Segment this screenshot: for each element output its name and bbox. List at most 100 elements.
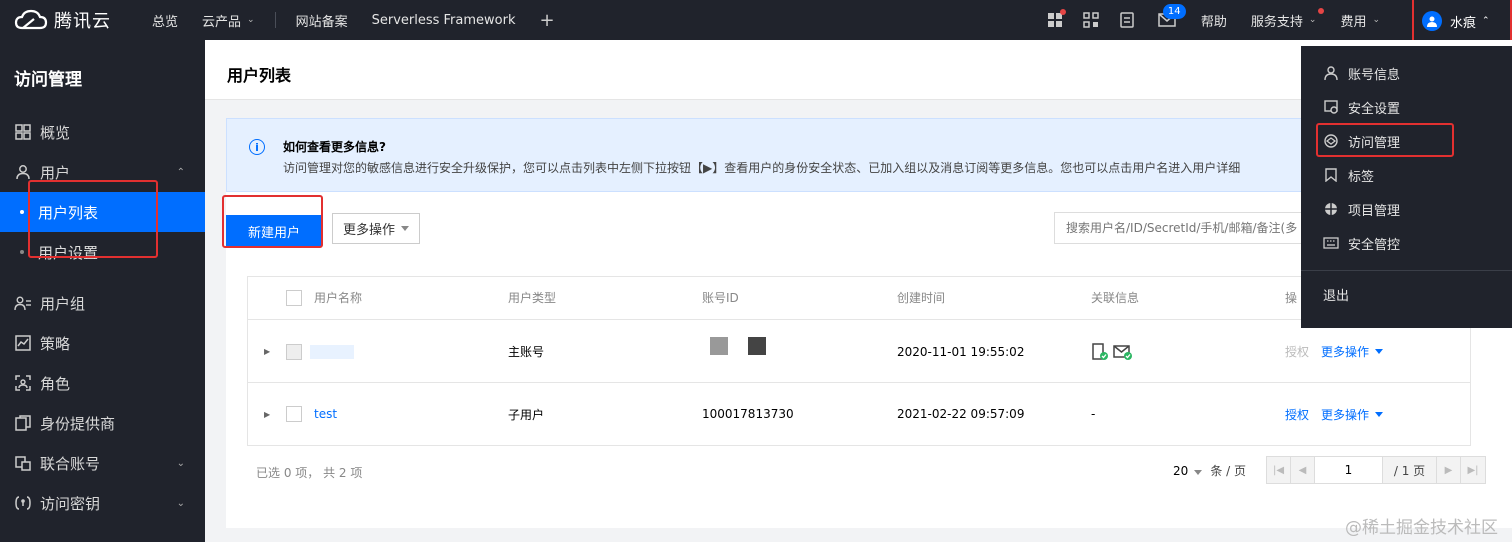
sidebar-item-groups[interactable]: 用户组 xyxy=(0,283,205,323)
menu-item-security-settings[interactable]: 安全设置 xyxy=(1301,90,1512,124)
select-all-cell xyxy=(286,277,302,319)
search-input[interactable] xyxy=(1054,212,1314,244)
top-bar: 腾讯云 总览 云产品 ⌄ 网站备案 Serverless Framework + … xyxy=(0,0,1512,45)
logo-text: 腾讯云 xyxy=(54,11,111,32)
next-page-icon[interactable]: ▶ xyxy=(1437,457,1461,483)
select-all-checkbox[interactable] xyxy=(286,290,302,306)
federated-account-icon xyxy=(14,454,32,472)
role-icon xyxy=(14,374,32,392)
expand-row-button[interactable]: ▶ xyxy=(264,383,270,445)
document-button[interactable] xyxy=(1109,0,1145,40)
user-group-icon xyxy=(14,294,32,312)
row-more-actions[interactable]: 更多操作 xyxy=(1321,383,1384,445)
page-size-value: 20 xyxy=(1173,463,1189,478)
account-id-cell xyxy=(710,315,786,376)
sidebar-item-federated-account[interactable]: 联合账号 ⌄ xyxy=(0,443,205,483)
checkbox-cell xyxy=(286,383,302,445)
menu-item-security-control[interactable]: 安全管控 xyxy=(1301,226,1512,260)
sidebar-item-overview[interactable]: 概览 xyxy=(0,112,205,152)
grid-button[interactable] xyxy=(1037,0,1073,40)
user-account-menu[interactable]: 水痕 ⌃ xyxy=(1412,0,1512,45)
page-number-input[interactable]: 1 xyxy=(1315,457,1383,483)
sidebar-item-label: 访问密钥 xyxy=(40,494,101,513)
created-time-cell: 2020-11-01 19:55:02 xyxy=(897,344,1025,359)
menu-item-account-info[interactable]: 账号信息 xyxy=(1301,56,1512,90)
account-id-cell: 100017813730 xyxy=(702,407,794,421)
caret-down-icon xyxy=(401,226,409,231)
notification-dot xyxy=(1059,9,1066,15)
user-icon xyxy=(14,163,32,181)
page-size-select[interactable]: 20 条 / 页 xyxy=(1173,462,1246,479)
user-table: 用户名称 用户类型 账号ID 创建时间 关联信息 操 ▶ 主账号 2020-11… xyxy=(247,276,1471,446)
document-icon xyxy=(1120,12,1134,28)
sidebar-item-access-keys[interactable]: 访问密钥 ⌄ xyxy=(0,483,205,523)
row-checkbox[interactable] xyxy=(286,406,302,422)
row-more-actions[interactable]: 更多操作 xyxy=(1321,321,1384,382)
authorize-link-disabled: 授权 xyxy=(1285,345,1310,359)
user-icon xyxy=(1427,16,1437,27)
pager-controls: |◀ ◀ 1 / 1 页 ▶ ▶| xyxy=(1266,456,1486,484)
mail-button[interactable]: 14 xyxy=(1145,0,1189,40)
nav-overview[interactable]: 总览 xyxy=(140,0,190,40)
per-page-label: 条 / 页 xyxy=(1210,463,1246,478)
user-dropdown-menu: 账号信息 安全设置 访问管理 标签 项目管理 安全管控 退出 xyxy=(1301,46,1512,328)
header-created-time: 创建时间 xyxy=(897,290,946,305)
first-page-icon[interactable]: |◀ xyxy=(1267,457,1291,483)
selection-summary: 已选 0 项， 共 2 项 xyxy=(256,466,363,480)
caret-right-icon: ▶ xyxy=(264,409,271,419)
cloud-logo-icon xyxy=(14,9,48,30)
nav-icp[interactable]: 网站备案 xyxy=(284,0,360,40)
row-checkbox xyxy=(286,343,302,360)
highlight-box-access-management xyxy=(1316,123,1454,157)
tencent-cloud-logo[interactable]: 腾讯云 xyxy=(0,7,140,33)
bullet-icon xyxy=(20,250,24,254)
billing-label: 费用 xyxy=(1340,14,1367,30)
info-icon: i xyxy=(249,139,265,155)
table-row: ▶ 主账号 2020-11-01 19:55:02 授权 更多操作 xyxy=(248,321,1470,383)
redacted-block xyxy=(748,336,766,355)
user-name: 水痕 xyxy=(1450,15,1477,31)
menu-item-logout[interactable]: 退出 xyxy=(1301,277,1512,311)
associated-info-cell xyxy=(1091,321,1133,382)
dashboard-icon xyxy=(14,123,32,141)
help-link[interactable]: 帮助 xyxy=(1189,0,1239,40)
nav-products-label: 云产品 xyxy=(202,14,242,30)
phone-verified-icon xyxy=(1092,342,1108,360)
qrcode-button[interactable] xyxy=(1073,0,1109,40)
menu-item-project-management[interactable]: 项目管理 xyxy=(1301,192,1512,226)
chevron-up-icon: ⌃ xyxy=(176,166,185,178)
sidebar-item-label: 策略 xyxy=(40,334,71,353)
notification-dot xyxy=(1318,8,1325,14)
total-pages: / 1 页 xyxy=(1383,457,1437,483)
nav-divider xyxy=(274,12,276,28)
menu-item-label: 安全设置 xyxy=(1348,101,1401,117)
blurred-username xyxy=(310,344,354,359)
username-link[interactable]: test xyxy=(314,383,337,445)
chevron-down-icon: ⌄ xyxy=(1308,15,1317,25)
redacted-block xyxy=(710,336,728,355)
nav-products[interactable]: 云产品 ⌄ xyxy=(190,0,267,40)
menu-item-label: 标签 xyxy=(1348,169,1375,185)
menu-item-tags[interactable]: 标签 xyxy=(1301,158,1512,192)
sidebar-item-roles[interactable]: 角色 xyxy=(0,363,205,403)
chevron-down-icon: ⌄ xyxy=(247,15,255,25)
authorize-link[interactable]: 授权 xyxy=(1285,383,1309,445)
email-verified-icon xyxy=(1113,344,1132,360)
more-actions-label: 更多操作 xyxy=(342,223,395,238)
billing-menu[interactable]: 费用 ⌄ xyxy=(1328,0,1392,40)
nav-serverless[interactable]: Serverless Framework xyxy=(360,0,528,40)
service-support-menu[interactable]: 服务支持 ⌄ xyxy=(1239,0,1329,40)
add-shortcut-button[interactable]: + xyxy=(527,0,566,40)
chevron-down-icon: ⌄ xyxy=(176,497,185,509)
qrcode-icon xyxy=(1083,12,1099,28)
header-actions: 操 xyxy=(1285,290,1298,305)
last-page-icon[interactable]: ▶| xyxy=(1461,457,1485,483)
sidebar-item-identity-provider[interactable]: 身份提供商 xyxy=(0,403,205,443)
more-actions-button[interactable]: 更多操作 xyxy=(332,213,420,244)
caret-right-icon: ▶ xyxy=(264,347,271,356)
expand-row-button[interactable]: ▶ xyxy=(264,321,270,382)
prev-page-icon[interactable]: ◀ xyxy=(1291,457,1315,483)
sidebar-item-policies[interactable]: 策略 xyxy=(0,323,205,363)
row-more-actions-label: 更多操作 xyxy=(1321,345,1370,359)
mail-count-badge: 14 xyxy=(1162,4,1186,19)
